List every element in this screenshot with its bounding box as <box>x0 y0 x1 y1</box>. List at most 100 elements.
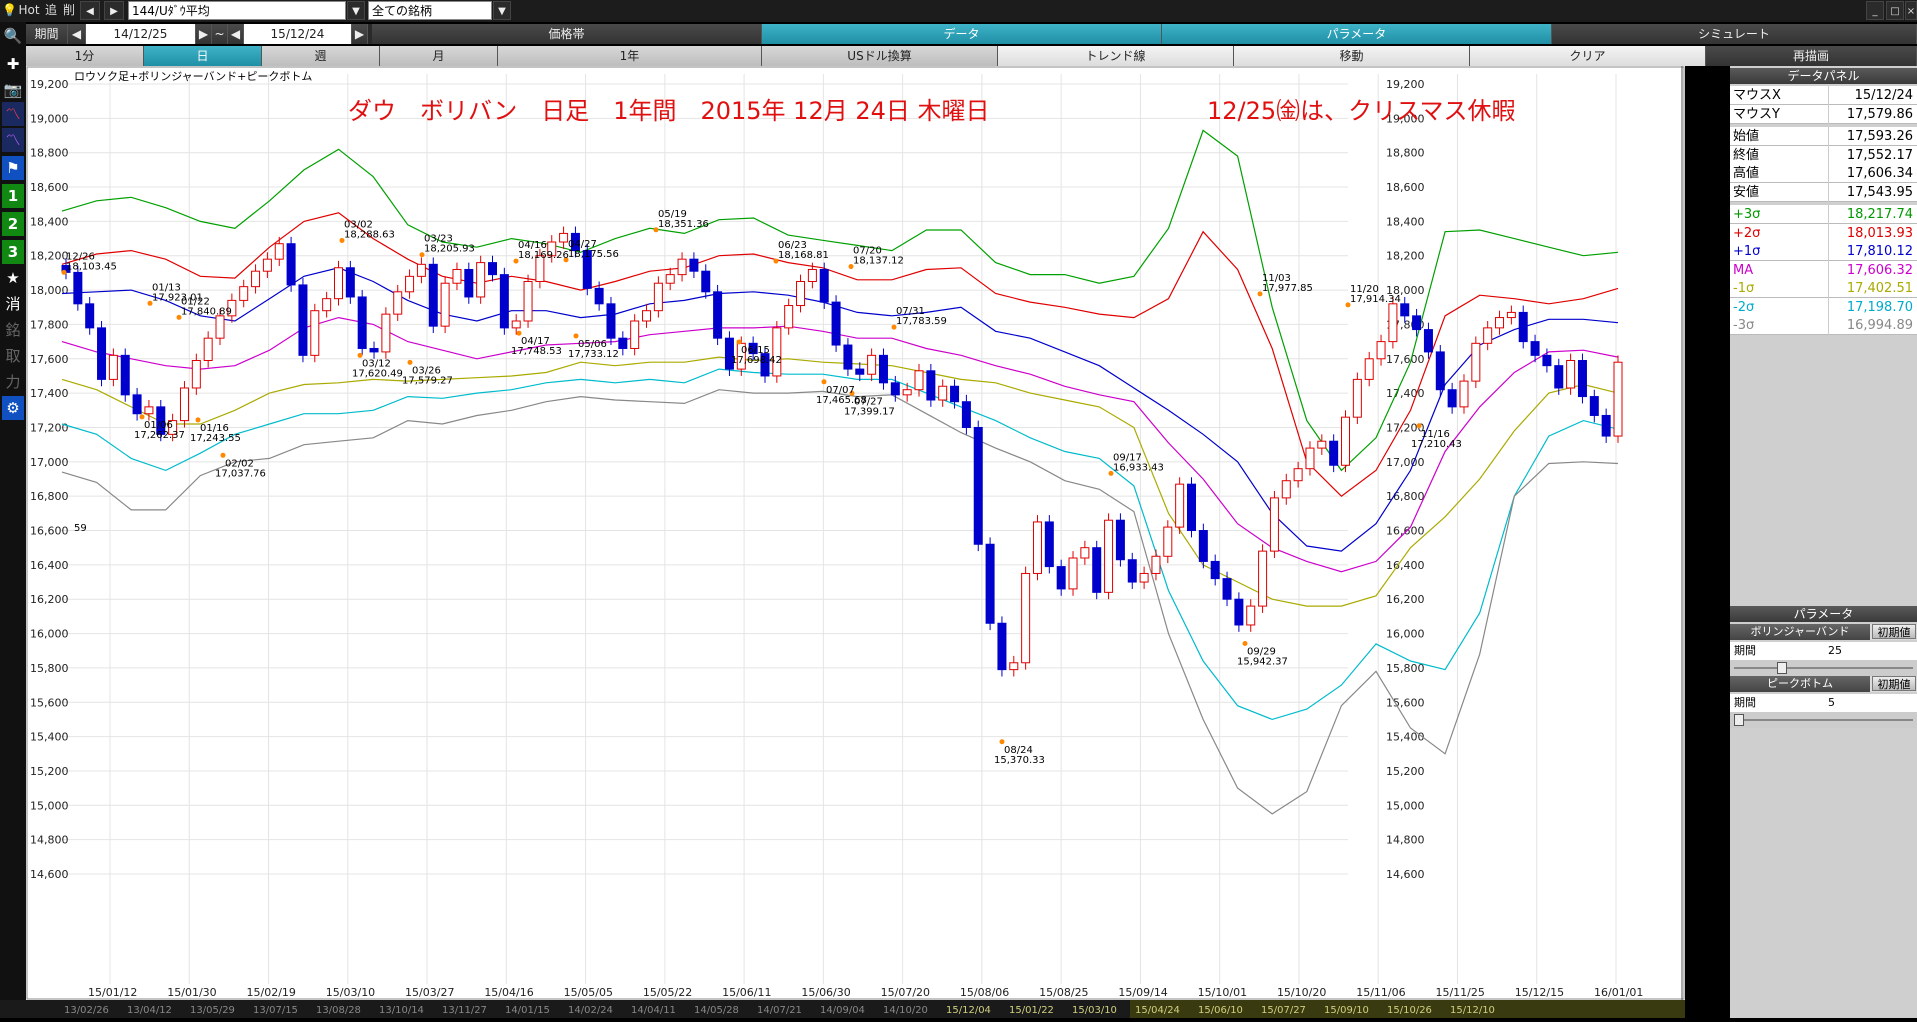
tab-trendline[interactable]: トレンド線 <box>998 46 1234 66</box>
period-prev-icon[interactable]: ◀ <box>68 24 86 44</box>
bottom-value: 15,942.37 <box>1237 657 1288 668</box>
tab-data[interactable]: データ <box>762 24 1162 44</box>
gear-icon[interactable]: ⚙ <box>2 396 24 420</box>
tab-price-zone[interactable]: 価格帯 <box>372 24 762 44</box>
candle-body <box>1577 360 1587 398</box>
candle-body <box>262 258 272 272</box>
candle-body <box>239 286 249 301</box>
pb-period-value[interactable]: 5 <box>1828 694 1835 712</box>
candle-body <box>322 298 332 312</box>
y-tick-right: 16,000 <box>1386 628 1425 641</box>
y-tick-right: 18,600 <box>1386 181 1425 194</box>
y-tick-left: 15,400 <box>30 731 69 744</box>
date-to-prev-icon[interactable]: ◀ <box>228 24 244 44</box>
bottom-marker <box>1242 641 1248 647</box>
candle-body <box>1483 327 1493 344</box>
left-toolbar: 🔍 ✚ 📷 〽 〽 ⚑ 1 2 3 ★ 消 銘 取 力 ⚙ <box>0 22 26 1018</box>
bb-slider[interactable] <box>1730 660 1917 676</box>
y-tick-left: 19,000 <box>30 112 69 125</box>
date-from-next-icon[interactable]: ▶ <box>196 24 212 44</box>
y-tick-left: 15,200 <box>30 765 69 778</box>
close-icon[interactable]: × <box>1905 1 1917 20</box>
peak-value: 18,205.93 <box>424 244 475 255</box>
trade-button[interactable]: 取 <box>2 344 24 368</box>
candle-body <box>1175 483 1185 528</box>
peak-value: 18,351.36 <box>658 219 709 230</box>
search-icon[interactable]: 🔍 <box>2 24 24 48</box>
pb-slider[interactable] <box>1730 712 1917 728</box>
candle-body <box>1317 440 1327 449</box>
symbol-dropdown-icon[interactable]: ▼ <box>347 1 365 20</box>
candle-body <box>902 389 912 396</box>
candle-body <box>997 622 1007 671</box>
tab-month[interactable]: 月 <box>380 46 498 66</box>
tab-usd[interactable]: USドル換算 <box>762 46 998 66</box>
bottom-value: 17,037.76 <box>215 468 266 479</box>
x-tick: 15/11/06 <box>1356 986 1405 999</box>
stock-button[interactable]: 銘 <box>2 318 24 342</box>
bb-slider-thumb[interactable] <box>1776 662 1787 674</box>
prev-arrow-icon[interactable]: ◀ <box>80 1 100 20</box>
camera-icon[interactable]: 📷 <box>2 78 24 102</box>
chart-red-icon[interactable]: 〽 <box>2 102 24 126</box>
data-row-value: 17,579.86 <box>1828 104 1913 124</box>
timeline-svg[interactable]: 13/02/26 13/04/12 13/05/29 13/07/15 13/08/28… <box>0 1000 1685 1018</box>
bulb-icon[interactable]: 💡 <box>2 1 17 20</box>
minimize-icon[interactable]: _ <box>1866 1 1884 20</box>
star-icon[interactable]: ★ <box>2 266 24 290</box>
preset-2-button[interactable]: 2 <box>2 212 24 236</box>
next-arrow-icon[interactable]: ▶ <box>104 1 124 20</box>
delete-button[interactable]: 削 <box>60 1 78 20</box>
candle-body <box>345 267 355 298</box>
chart-area[interactable]: 19,200 19,200 19,000 19,000 18,800 18,800 18,6… <box>26 66 1685 1000</box>
tab-move[interactable]: 移動 <box>1234 46 1470 66</box>
timeline-strip[interactable]: 13/02/26 13/04/12 13/05/29 13/07/15 13/08/28… <box>0 1000 1685 1018</box>
chart-purple-icon[interactable]: 〽 <box>2 128 24 152</box>
bb-reset-button[interactable]: 初期値 <box>1872 624 1916 639</box>
candle-body <box>1530 341 1540 356</box>
data-row-value: 17,606.34 <box>1828 164 1913 183</box>
date-to-field[interactable]: 15/12/24 <box>244 24 352 44</box>
x-tick: 16/01/01 <box>1594 986 1643 999</box>
symbol-field[interactable]: 144/Uﾀﾞｳ平均 <box>128 1 346 20</box>
candle-body <box>452 268 462 284</box>
erase-button[interactable]: 消 <box>2 292 24 316</box>
y-tick-right: 17,000 <box>1386 456 1425 469</box>
candle-body <box>1423 329 1433 353</box>
bollinger-chart[interactable]: 19,200 19,20019,000 19,00018,800 18,80018,6… <box>26 66 1685 1000</box>
tab-1year[interactable]: 1年 <box>498 46 762 66</box>
y-tick-left: 16,600 <box>30 525 69 538</box>
date-from-field[interactable]: 14/12/25 <box>86 24 196 44</box>
pb-reset-button[interactable]: 初期値 <box>1872 676 1916 691</box>
candle-body <box>1459 380 1469 408</box>
add-button[interactable]: 追 <box>42 1 60 20</box>
chart-note: 12/25㈮は、クリスマス休暇 <box>1207 97 1515 125</box>
tab-simulate[interactable]: シミュレート <box>1552 24 1917 44</box>
preset-3-button[interactable]: 3 <box>2 240 24 264</box>
flag-icon[interactable]: ⚑ <box>2 156 24 180</box>
hot-button[interactable]: Hot <box>18 1 40 20</box>
tab-clear[interactable]: クリア <box>1470 46 1706 66</box>
tab-day[interactable]: 日 <box>144 46 262 66</box>
preset-1-button[interactable]: 1 <box>2 184 24 208</box>
left-cut-label: 59 <box>74 523 87 534</box>
maximize-icon[interactable]: □ <box>1886 1 1904 20</box>
pb-slider-thumb[interactable] <box>1734 714 1744 726</box>
y-tick-left: 16,400 <box>30 559 69 572</box>
tab-redraw[interactable]: 再描画 <box>1706 46 1917 66</box>
universe-dropdown-icon[interactable]: ▼ <box>493 1 511 20</box>
candle-body <box>772 327 782 377</box>
power-button[interactable]: 力 <box>2 370 24 394</box>
crosshair-icon[interactable]: ✚ <box>2 52 24 76</box>
candle-body <box>310 310 320 356</box>
date-to-next-icon[interactable]: ▶ <box>352 24 368 44</box>
candle-body <box>1542 354 1552 367</box>
tab-week[interactable]: 週 <box>262 46 380 66</box>
timeline-label: 15/10/26 <box>1387 1005 1432 1016</box>
bb-period-value[interactable]: 25 <box>1828 642 1842 660</box>
y-tick-right: 16,800 <box>1386 490 1425 503</box>
candle-body <box>1352 378 1362 418</box>
universe-field[interactable]: 全ての銘柄 <box>368 1 492 20</box>
tab-parameter[interactable]: パラメータ <box>1162 24 1552 44</box>
tab-1min[interactable]: 1分 <box>26 46 144 66</box>
